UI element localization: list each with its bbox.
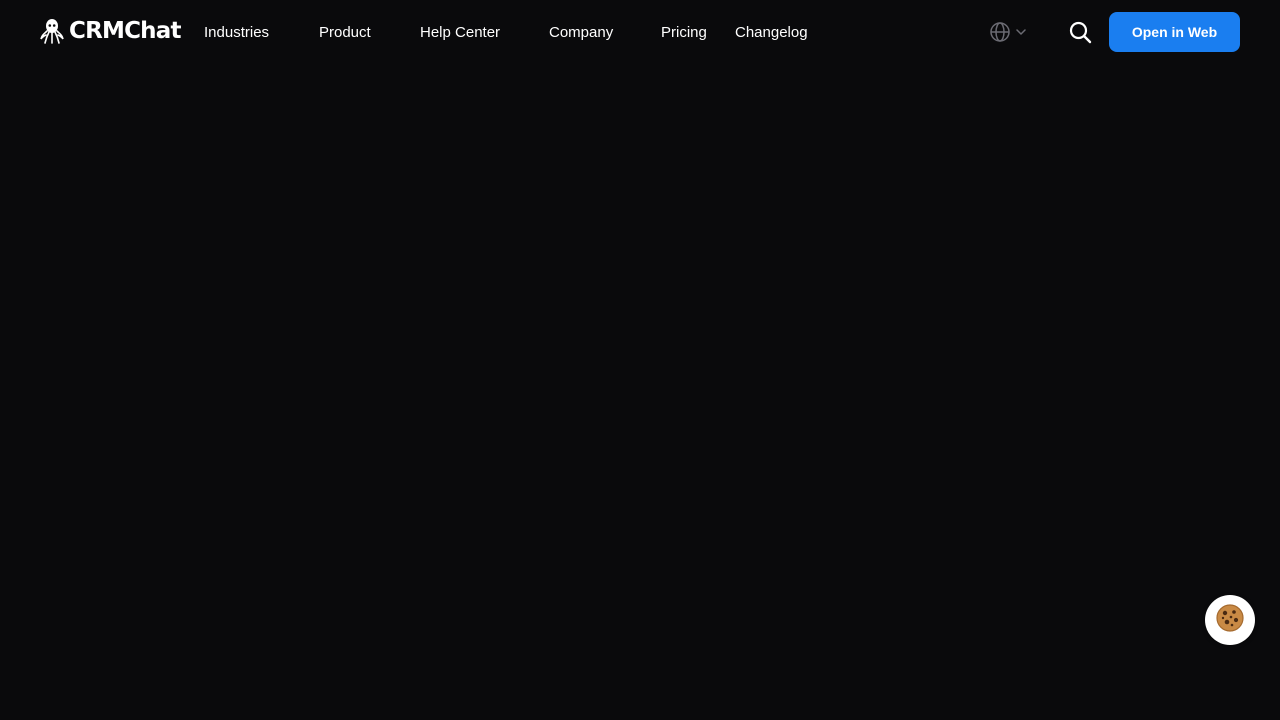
search-icon (1068, 21, 1092, 48)
globe-icon (989, 21, 1011, 43)
nav-item-changelog[interactable]: Changelog (735, 23, 808, 43)
cookie-icon (1215, 603, 1245, 638)
nav-item-pricing[interactable]: Pricing (661, 23, 707, 43)
chevron-down-icon (1015, 26, 1027, 38)
octopus-icon (40, 18, 64, 44)
page: CRMChat Industries Product Help Center C… (0, 0, 1280, 720)
top-navbar: CRMChat Industries Product Help Center C… (0, 0, 1280, 64)
nav-item-product[interactable]: Product (319, 23, 371, 43)
search-button[interactable] (1068, 20, 1092, 44)
cookie-settings-button[interactable] (1205, 595, 1255, 645)
nav-item-industries[interactable]: Industries (204, 23, 269, 43)
language-selector[interactable] (989, 21, 1031, 43)
brand-name: CRMChat (69, 18, 181, 44)
open-in-web-button[interactable]: Open in Web (1109, 12, 1240, 52)
nav-item-help-center[interactable]: Help Center (420, 23, 500, 43)
nav-item-company[interactable]: Company (549, 23, 613, 43)
brand-logo-link[interactable]: CRMChat (40, 17, 181, 45)
